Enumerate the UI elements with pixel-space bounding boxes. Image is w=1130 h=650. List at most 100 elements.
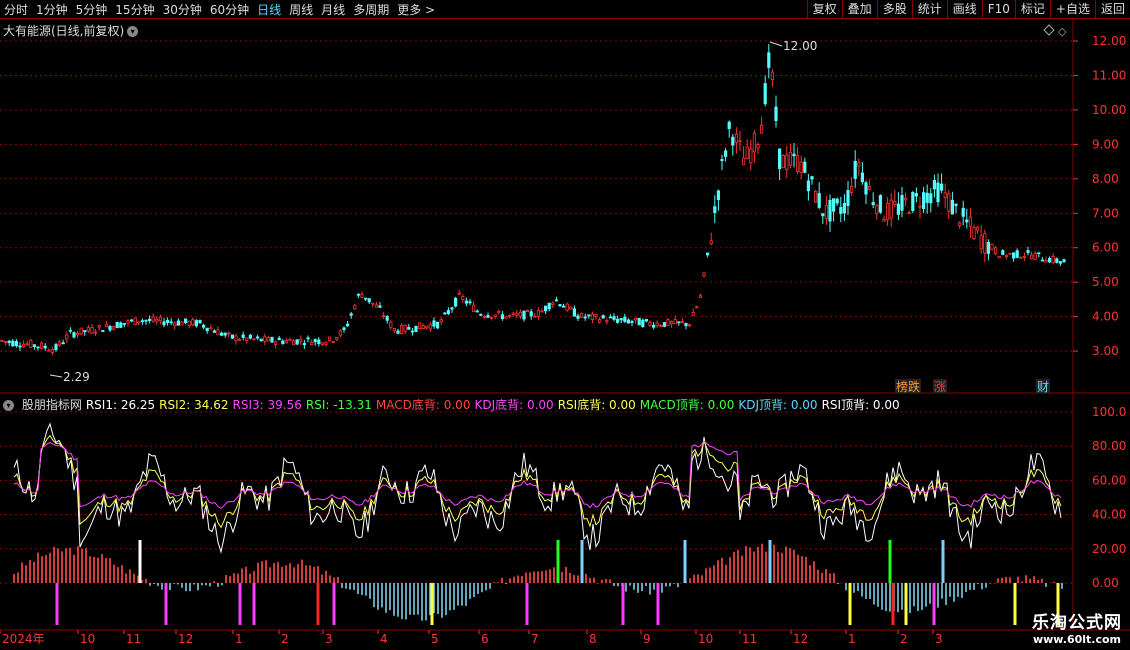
- candle-body: [371, 302, 375, 305]
- candle-body: [432, 320, 436, 327]
- candle-body: [356, 293, 361, 296]
- candle-body: [475, 310, 479, 313]
- candle-body: [738, 140, 742, 143]
- candle-body: [489, 316, 494, 319]
- candle-body: [414, 325, 418, 332]
- candle-body: [115, 321, 119, 329]
- candle-body: [544, 305, 548, 312]
- candle-body: [201, 324, 206, 328]
- candle-body: [137, 321, 141, 324]
- date-label-17: 2: [900, 632, 908, 646]
- candle-body: [673, 319, 677, 325]
- date-label-13: 10: [698, 632, 713, 646]
- candle-body: [76, 332, 80, 336]
- candle-body: [209, 327, 213, 330]
- candle-body: [688, 324, 692, 327]
- candle-body: [169, 321, 173, 324]
- candle-body: [500, 314, 505, 320]
- candle-body: [72, 332, 76, 338]
- candle-body: [626, 319, 631, 324]
- candle-body: [43, 345, 47, 349]
- signal-bar-bottom: [430, 583, 434, 625]
- candle-body: [605, 320, 609, 323]
- candle-body: [839, 207, 843, 214]
- signal-bar-top: [888, 540, 892, 583]
- candle-body: [97, 325, 101, 328]
- candle-body: [162, 321, 166, 326]
- candle-body: [551, 302, 555, 305]
- candle-body: [277, 337, 281, 341]
- candle-body: [79, 327, 83, 335]
- indicator-axis-label: 100.0: [1092, 405, 1126, 419]
- candle-body: [176, 320, 180, 326]
- candle-body: [378, 305, 382, 308]
- date-label-16: 1: [848, 632, 856, 646]
- candle-body: [7, 340, 11, 344]
- candle-body: [216, 329, 220, 336]
- candle-body: [396, 330, 400, 334]
- signal-bar-bottom: [891, 583, 895, 625]
- price-axis-label: 7.00: [1092, 206, 1119, 220]
- candle-body: [425, 325, 429, 329]
- candle-body: [0, 340, 4, 342]
- candle-body: [403, 324, 407, 332]
- candle-body: [439, 319, 443, 323]
- candle-body: [155, 318, 159, 322]
- candle-body: [457, 292, 461, 295]
- candle-body: [21, 343, 26, 348]
- candle-body: [889, 199, 893, 219]
- chart-canvas[interactable]: 12.0011.0010.009.008.007.006.005.004.003…: [0, 0, 1130, 650]
- price-axis-label: 11.00: [1092, 68, 1126, 82]
- candle-body: [212, 330, 216, 333]
- candle-body: [821, 213, 825, 217]
- candle-body: [918, 205, 922, 208]
- candle-body: [428, 324, 433, 330]
- indicator-axis-label: 0.00: [1092, 576, 1119, 590]
- price-axis-label: 8.00: [1092, 172, 1119, 186]
- candle-body: [518, 311, 523, 317]
- candle-body: [583, 316, 587, 319]
- candle-body: [695, 306, 699, 309]
- candle-body: [950, 199, 955, 215]
- candle-body: [479, 314, 483, 316]
- candle-body: [634, 317, 638, 321]
- indicator-axis-label: 80.00: [1092, 439, 1126, 453]
- signal-bar-top: [556, 540, 560, 583]
- candle-body: [558, 304, 562, 307]
- candle-body: [565, 303, 569, 311]
- candle-body: [623, 316, 627, 322]
- candle-body: [223, 332, 227, 336]
- candle-body: [1026, 250, 1030, 253]
- candle-body: [230, 334, 234, 339]
- candle-body: [562, 305, 566, 308]
- date-label-7: 4: [380, 632, 388, 646]
- date-label-0: 2024年: [2, 632, 45, 646]
- candle-body: [666, 319, 670, 326]
- candle-body: [652, 324, 656, 328]
- low-annotation: 2.29: [63, 370, 90, 384]
- indicator-axis-label: 60.00: [1092, 473, 1126, 487]
- candle-body: [515, 313, 519, 316]
- candle-body: [756, 143, 760, 149]
- candle-body: [1022, 256, 1027, 258]
- watermark-line2: www.60lt.com: [1032, 633, 1122, 646]
- candle-body: [886, 203, 890, 221]
- signal-bar-top: [683, 540, 687, 583]
- candle-body: [594, 314, 598, 317]
- candle-body: [191, 319, 195, 326]
- signal-bar-bottom: [238, 583, 242, 625]
- candle-body: [760, 124, 764, 134]
- signal-bar-bottom: [252, 583, 256, 625]
- date-label-1: 10: [80, 632, 95, 646]
- candle-body: [911, 192, 915, 211]
- signal-bar-top: [768, 540, 772, 583]
- candle-body: [871, 202, 875, 206]
- candle-body: [374, 304, 379, 308]
- candle-body: [547, 302, 551, 310]
- candle-body: [846, 190, 850, 206]
- watermark-line1: 乐淘公式网: [1032, 613, 1122, 633]
- candle-body: [1055, 258, 1059, 263]
- candle-body: [349, 313, 353, 316]
- candle-body: [151, 316, 155, 322]
- candle-body: [522, 310, 526, 320]
